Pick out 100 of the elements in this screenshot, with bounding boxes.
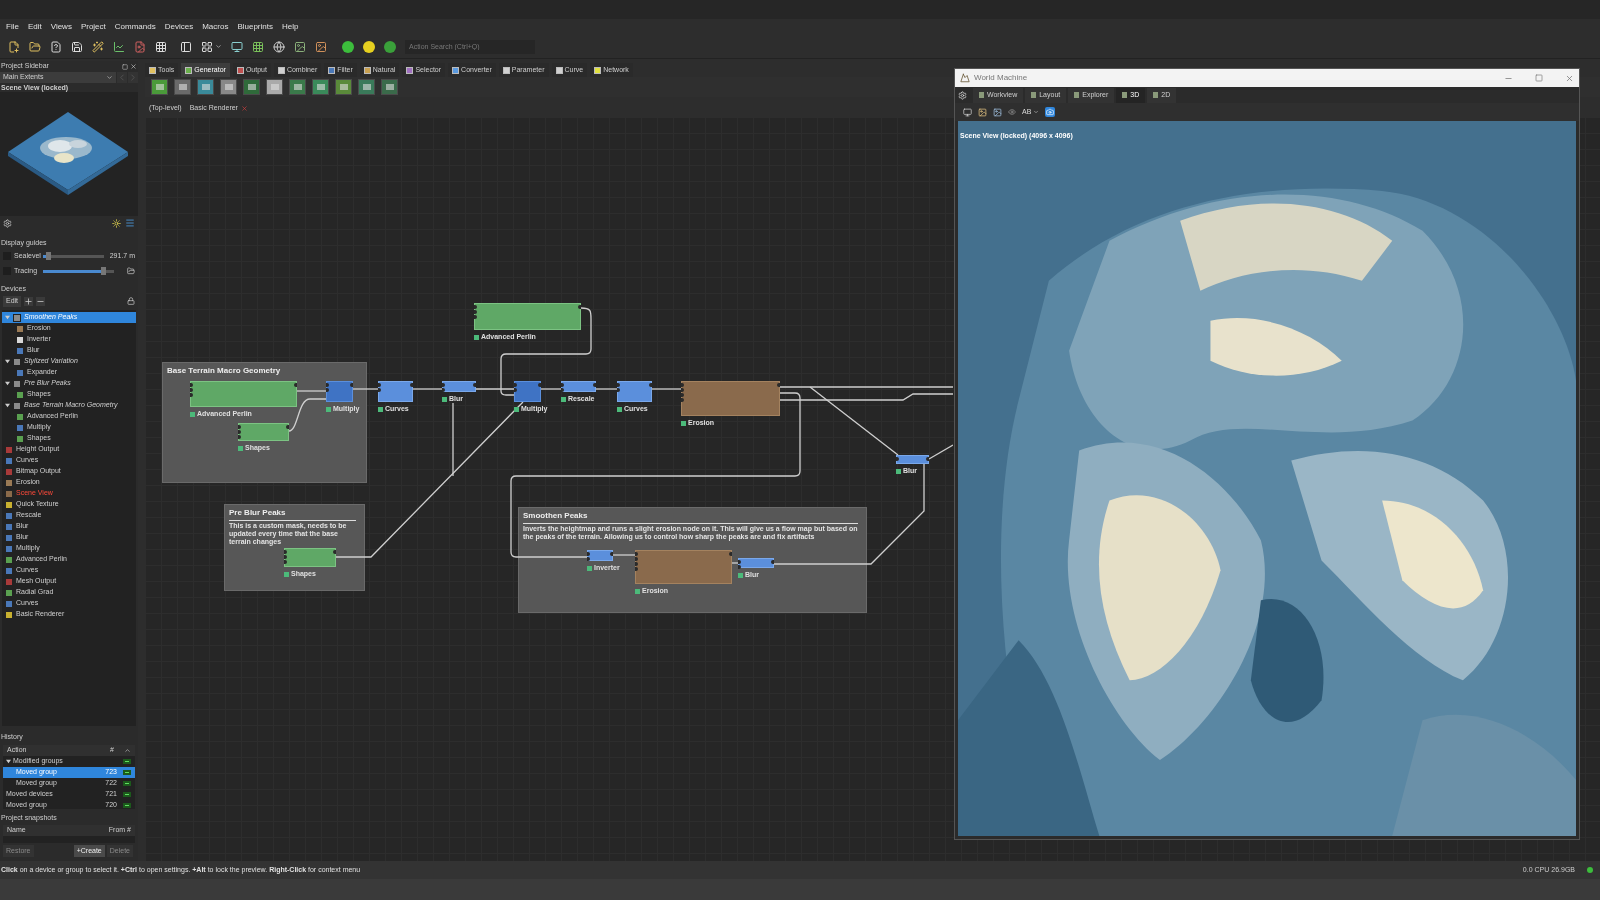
erosion-node[interactable]: [681, 381, 780, 416]
guide-slider[interactable]: [43, 254, 104, 258]
connection-wire: [651, 388, 682, 390]
layout-icon[interactable]: [201, 40, 213, 53]
caret-icon[interactable]: [215, 43, 222, 50]
group-icon: [13, 313, 21, 322]
image-icon[interactable]: [978, 107, 987, 117]
filter-icon: [5, 599, 13, 608]
combiner-node[interactable]: [514, 381, 541, 402]
filter-node[interactable]: [442, 381, 476, 392]
group-title: Pre Blur Peaks: [229, 507, 287, 519]
display-icon[interactable]: [963, 107, 972, 117]
device-icon[interactable]: [381, 79, 398, 95]
menu-item[interactable]: Devices: [164, 21, 194, 33]
status-icon: [326, 406, 331, 412]
image-icon[interactable]: [294, 40, 306, 53]
connection-wire: [595, 388, 618, 390]
generator-node[interactable]: [284, 548, 336, 567]
remove-icon[interactable]: [36, 296, 46, 306]
lock-icon[interactable]: [127, 297, 135, 305]
tab-icon: [1031, 92, 1037, 98]
wand-icon[interactable]: [92, 40, 104, 53]
menu-item[interactable]: Help: [281, 21, 299, 33]
status-icon: [681, 420, 686, 426]
chart-icon[interactable]: [113, 40, 125, 53]
device-icon[interactable]: [220, 79, 237, 95]
globe-icon[interactable]: [273, 40, 285, 53]
generator-node[interactable]: [474, 303, 581, 330]
tab-icon: [1153, 92, 1159, 98]
image-icon[interactable]: [315, 40, 327, 53]
menu-item[interactable]: Edit: [27, 21, 42, 33]
camera-icon[interactable]: [1045, 107, 1056, 117]
save-icon[interactable]: [71, 40, 83, 53]
image-icon[interactable]: [993, 107, 1002, 117]
grid-icon[interactable]: [252, 40, 264, 53]
natural-icon: [5, 478, 13, 487]
menu-item[interactable]: File: [6, 21, 19, 33]
device-icon[interactable]: [312, 79, 329, 95]
status-icon: [474, 334, 479, 340]
collapse-arrow-icon[interactable]: [5, 359, 10, 364]
texture-icon: [5, 500, 13, 509]
device-icon[interactable]: [358, 79, 375, 95]
panel-icon[interactable]: [180, 40, 192, 53]
filter-icon: [5, 456, 13, 465]
scroll-up-icon[interactable]: [124, 746, 131, 754]
filter-icon: [16, 423, 24, 432]
menu-item[interactable]: Macros: [202, 21, 229, 33]
collapse-arrow-icon[interactable]: [5, 381, 10, 386]
device-icon[interactable]: [289, 79, 306, 95]
filter-node[interactable]: [738, 558, 774, 568]
grid-icon[interactable]: [155, 40, 167, 53]
image-file-icon[interactable]: [134, 40, 146, 53]
device-icon[interactable]: [151, 79, 168, 95]
group-icon: [13, 379, 21, 388]
new-file-icon[interactable]: [8, 40, 20, 53]
status-icon: [587, 565, 592, 571]
erosion-node[interactable]: [635, 550, 732, 584]
tab-icon: [594, 66, 602, 74]
folder-icon[interactable]: [29, 40, 41, 53]
device-icon[interactable]: [266, 79, 283, 95]
filter-node[interactable]: [587, 550, 613, 561]
generator-node[interactable]: [190, 381, 297, 407]
connection-wire: [412, 388, 443, 390]
menu-item[interactable]: Project: [80, 21, 106, 33]
device-icon[interactable]: [197, 79, 214, 95]
status-icon: [561, 396, 566, 402]
generator-node[interactable]: [238, 423, 289, 441]
output-icon: [5, 577, 13, 586]
device-icon[interactable]: [335, 79, 352, 95]
orb-icon[interactable]: [342, 40, 354, 53]
settings-icon[interactable]: [958, 90, 967, 100]
display-icon[interactable]: [231, 40, 243, 53]
device-icon[interactable]: [243, 79, 260, 95]
float-icon[interactable]: [122, 63, 128, 70]
status-icon: [896, 468, 901, 474]
help-file-icon[interactable]: [50, 40, 62, 53]
filter-node[interactable]: [896, 455, 929, 464]
close-icon[interactable]: [130, 63, 137, 70]
sun-icon[interactable]: [112, 218, 121, 228]
close-icon[interactable]: [1565, 73, 1574, 83]
guide-slider[interactable]: [43, 269, 114, 273]
settings-icon[interactable]: [3, 218, 12, 228]
status-icon: [738, 572, 743, 578]
folder-icon[interactable]: [127, 267, 135, 275]
device-icon[interactable]: [174, 79, 191, 95]
combiner-node[interactable]: [326, 381, 353, 402]
collapse-arrow-icon[interactable]: [6, 758, 11, 764]
status-icon: [514, 406, 519, 412]
eye-icon[interactable]: [1008, 108, 1016, 116]
menu-item[interactable]: Commands: [114, 21, 156, 33]
add-icon[interactable]: [24, 296, 34, 306]
connection-wire: [731, 562, 739, 564]
menu-item[interactable]: Views: [50, 21, 72, 33]
menu-item[interactable]: Blueprints: [237, 21, 273, 33]
filter-node[interactable]: [378, 381, 413, 402]
group-title: Smoothen Peaks: [523, 510, 589, 522]
filter-node[interactable]: [561, 381, 596, 392]
output-icon: [5, 467, 13, 476]
collapse-arrow-icon[interactable]: [5, 403, 10, 408]
filter-node[interactable]: [617, 381, 652, 402]
